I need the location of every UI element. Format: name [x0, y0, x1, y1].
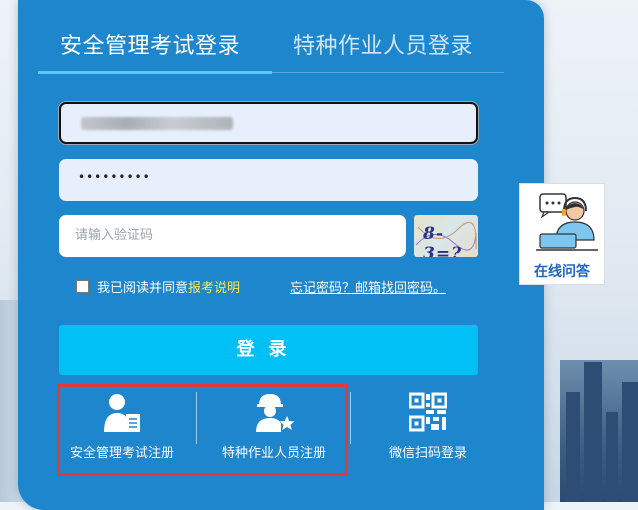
- wechat-scan-login-button[interactable]: 微信扫码登录: [378, 392, 478, 461]
- username-field[interactable]: [59, 102, 478, 144]
- special-worker-register-label: 特种作业人员注册: [221, 446, 326, 461]
- register-divider-1: [196, 392, 197, 444]
- safety-exam-register-label: 安全管理考试注册: [69, 446, 174, 461]
- tab-special-worker-login[interactable]: 特种作业人员登录: [293, 28, 473, 60]
- customer-service-icon: [536, 193, 598, 251]
- online-qa-label: 在线问答: [534, 264, 590, 280]
- agree-checkbox[interactable]: [76, 280, 89, 293]
- active-tab-indicator: [38, 71, 272, 74]
- captcha-image[interactable]: 8-3=?: [414, 215, 478, 257]
- agree-row: 我已阅读并同意报考说明: [76, 277, 240, 296]
- username-value-redacted: [81, 117, 233, 130]
- wechat-scan-login-label: 微信扫码登录: [388, 446, 467, 461]
- tab-safety-exam-login[interactable]: 安全管理考试登录: [60, 28, 240, 60]
- captcha-input[interactable]: 请输入验证码: [59, 215, 406, 257]
- register-divider-2: [350, 392, 351, 444]
- password-field[interactable]: •••••••••: [59, 159, 478, 201]
- forgot-password-link[interactable]: 忘记密码？邮箱找回密码。: [290, 277, 446, 296]
- agree-text: 我已阅读并同意: [97, 281, 189, 296]
- safety-register-person-icon: [104, 394, 140, 432]
- worker-star-icon: [256, 394, 295, 432]
- special-worker-register-button[interactable]: 特种作业人员注册: [213, 392, 335, 461]
- exam-instructions-link[interactable]: 报考说明: [188, 281, 240, 296]
- background-city: [560, 360, 638, 502]
- login-button[interactable]: 登录: [59, 325, 478, 375]
- safety-exam-register-button[interactable]: 安全管理考试注册: [62, 392, 182, 461]
- online-qa-widget[interactable]: 在线问答: [519, 183, 605, 285]
- captcha-text: 8-3=?: [423, 224, 463, 257]
- qr-code-icon: [408, 392, 448, 432]
- password-value: •••••••••: [78, 170, 151, 184]
